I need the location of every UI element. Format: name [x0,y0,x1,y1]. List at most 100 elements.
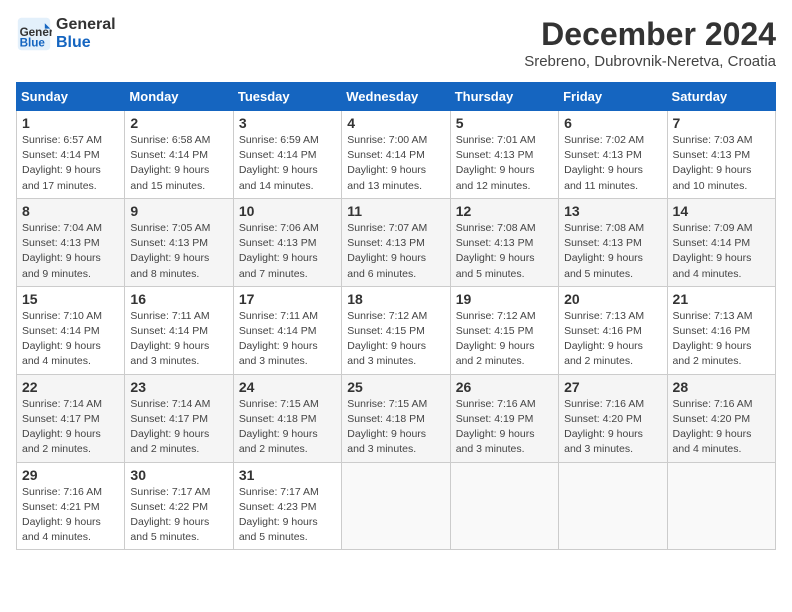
day-number: 9 [130,203,227,219]
calendar-cell: 23Sunrise: 7:14 AMSunset: 4:17 PMDayligh… [125,374,233,462]
day-info: Sunrise: 7:13 AMSunset: 4:16 PMDaylight:… [564,309,661,370]
calendar-cell: 10 Sunrise: 7:06 AMSunset: 4:13 PMDayligh… [233,198,341,286]
day-number: 15 [22,291,119,307]
day-number: 13 [564,203,661,219]
calendar-cell [559,462,667,550]
day-info: Sunrise: 7:16 AMSunset: 4:20 PMDaylight:… [673,397,770,458]
header-monday: Monday [125,83,233,111]
day-info: Sunrise: 7:14 AMSunset: 4:17 PMDaylight:… [22,397,119,458]
logo-blue: Blue [56,34,116,52]
day-number: 17 [239,291,336,307]
day-info: Sunrise: 7:17 AMSunset: 4:22 PMDaylight:… [130,485,227,546]
day-info: Sunrise: 7:12 AMSunset: 4:15 PMDaylight:… [347,309,444,370]
month-title: December 2024 [524,16,776,53]
day-number: 8 [22,203,119,219]
day-number: 26 [456,379,553,395]
day-info: Sunrise: 7:09 AMSunset: 4:14 PMDaylight:… [673,221,770,282]
day-number: 4 [347,115,444,131]
day-number: 28 [673,379,770,395]
day-number: 3 [239,115,336,131]
week-row-5: 29 Sunrise: 7:16 AMSunset: 4:21 PMDayligh… [17,462,776,550]
calendar-cell: 15 Sunrise: 7:10 AMSunset: 4:14 PMDayligh… [17,286,125,374]
day-number: 22 [22,379,119,395]
calendar-cell: 12 Sunrise: 7:08 AMSunset: 4:13 PMDayligh… [450,198,558,286]
day-info: Sunrise: 7:17 AMSunset: 4:23 PMDaylight:… [239,485,336,546]
calendar-cell: 28 Sunrise: 7:16 AMSunset: 4:20 PMDayligh… [667,374,775,462]
calendar-cell: 31Sunrise: 7:17 AMSunset: 4:23 PMDayligh… [233,462,341,550]
day-info: Sunrise: 7:03 AMSunset: 4:13 PMDaylight:… [673,133,770,194]
day-number: 27 [564,379,661,395]
header-tuesday: Tuesday [233,83,341,111]
day-number: 11 [347,203,444,219]
day-number: 10 [239,203,336,219]
day-number: 1 [22,115,119,131]
calendar-cell: 3 Sunrise: 6:59 AMSunset: 4:14 PMDaylight… [233,111,341,199]
calendar-table: SundayMondayTuesdayWednesdayThursdayFrid… [16,82,776,550]
day-number: 2 [130,115,227,131]
calendar-cell: 25Sunrise: 7:15 AMSunset: 4:18 PMDayligh… [342,374,450,462]
logo: General Blue General Blue [16,16,116,53]
location: Srebreno, Dubrovnik-Neretva, Croatia [524,53,776,70]
week-row-1: 1 Sunrise: 6:57 AMSunset: 4:14 PMDaylight… [17,111,776,199]
day-info: Sunrise: 7:16 AMSunset: 4:19 PMDaylight:… [456,397,553,458]
day-info: Sunrise: 7:08 AMSunset: 4:13 PMDaylight:… [456,221,553,282]
calendar-header-row: SundayMondayTuesdayWednesdayThursdayFrid… [17,83,776,111]
day-info: Sunrise: 6:59 AMSunset: 4:14 PMDaylight:… [239,133,336,194]
day-info: Sunrise: 6:57 AMSunset: 4:14 PMDaylight:… [22,133,119,194]
calendar-cell: 1 Sunrise: 6:57 AMSunset: 4:14 PMDaylight… [17,111,125,199]
calendar-cell: 24Sunrise: 7:15 AMSunset: 4:18 PMDayligh… [233,374,341,462]
calendar-cell: 8 Sunrise: 7:04 AMSunset: 4:13 PMDaylight… [17,198,125,286]
calendar-cell: 11 Sunrise: 7:07 AMSunset: 4:13 PMDayligh… [342,198,450,286]
calendar-cell: 13 Sunrise: 7:08 AMSunset: 4:13 PMDayligh… [559,198,667,286]
calendar-cell [450,462,558,550]
header-sunday: Sunday [17,83,125,111]
week-row-4: 22 Sunrise: 7:14 AMSunset: 4:17 PMDayligh… [17,374,776,462]
calendar-cell: 9 Sunrise: 7:05 AMSunset: 4:13 PMDaylight… [125,198,233,286]
day-info: Sunrise: 7:04 AMSunset: 4:13 PMDaylight:… [22,221,119,282]
logo-general: General [56,16,116,34]
calendar-cell: 21 Sunrise: 7:13 AMSunset: 4:16 PMDayligh… [667,286,775,374]
calendar-cell: 30Sunrise: 7:17 AMSunset: 4:22 PMDayligh… [125,462,233,550]
day-number: 18 [347,291,444,307]
calendar-cell [342,462,450,550]
day-info: Sunrise: 6:58 AMSunset: 4:14 PMDaylight:… [130,133,227,194]
day-info: Sunrise: 7:08 AMSunset: 4:13 PMDaylight:… [564,221,661,282]
day-info: Sunrise: 7:07 AMSunset: 4:13 PMDaylight:… [347,221,444,282]
day-info: Sunrise: 7:10 AMSunset: 4:14 PMDaylight:… [22,309,119,370]
day-number: 6 [564,115,661,131]
title-block: December 2024 Srebreno, Dubrovnik-Neretv… [524,16,776,70]
day-number: 29 [22,467,119,483]
calendar-cell: 5 Sunrise: 7:01 AMSunset: 4:13 PMDaylight… [450,111,558,199]
calendar-cell: 26 Sunrise: 7:16 AMSunset: 4:19 PMDayligh… [450,374,558,462]
day-info: Sunrise: 7:13 AMSunset: 4:16 PMDaylight:… [673,309,770,370]
day-info: Sunrise: 7:16 AMSunset: 4:21 PMDaylight:… [22,485,119,546]
day-info: Sunrise: 7:12 AMSunset: 4:15 PMDaylight:… [456,309,553,370]
day-number: 12 [456,203,553,219]
day-number: 21 [673,291,770,307]
calendar-cell: 4Sunrise: 7:00 AMSunset: 4:14 PMDaylight… [342,111,450,199]
calendar-cell: 7 Sunrise: 7:03 AMSunset: 4:13 PMDaylight… [667,111,775,199]
page-header: General Blue General Blue December 2024 … [16,16,776,70]
day-info: Sunrise: 7:06 AMSunset: 4:13 PMDaylight:… [239,221,336,282]
day-number: 5 [456,115,553,131]
calendar-cell: 16Sunrise: 7:11 AMSunset: 4:14 PMDayligh… [125,286,233,374]
header-wednesday: Wednesday [342,83,450,111]
day-info: Sunrise: 7:05 AMSunset: 4:13 PMDaylight:… [130,221,227,282]
calendar-cell [667,462,775,550]
day-number: 7 [673,115,770,131]
svg-text:Blue: Blue [20,37,46,50]
header-saturday: Saturday [667,83,775,111]
day-info: Sunrise: 7:11 AMSunset: 4:14 PMDaylight:… [130,309,227,370]
calendar-cell: 22 Sunrise: 7:14 AMSunset: 4:17 PMDayligh… [17,374,125,462]
week-row-3: 15 Sunrise: 7:10 AMSunset: 4:14 PMDayligh… [17,286,776,374]
day-number: 14 [673,203,770,219]
day-info: Sunrise: 7:15 AMSunset: 4:18 PMDaylight:… [239,397,336,458]
day-info: Sunrise: 7:02 AMSunset: 4:13 PMDaylight:… [564,133,661,194]
day-info: Sunrise: 7:11 AMSunset: 4:14 PMDaylight:… [239,309,336,370]
calendar-cell: 17 Sunrise: 7:11 AMSunset: 4:14 PMDayligh… [233,286,341,374]
logo-icon: General Blue [16,16,52,52]
day-info: Sunrise: 7:01 AMSunset: 4:13 PMDaylight:… [456,133,553,194]
header-friday: Friday [559,83,667,111]
calendar-cell: 27Sunrise: 7:16 AMSunset: 4:20 PMDayligh… [559,374,667,462]
day-number: 23 [130,379,227,395]
